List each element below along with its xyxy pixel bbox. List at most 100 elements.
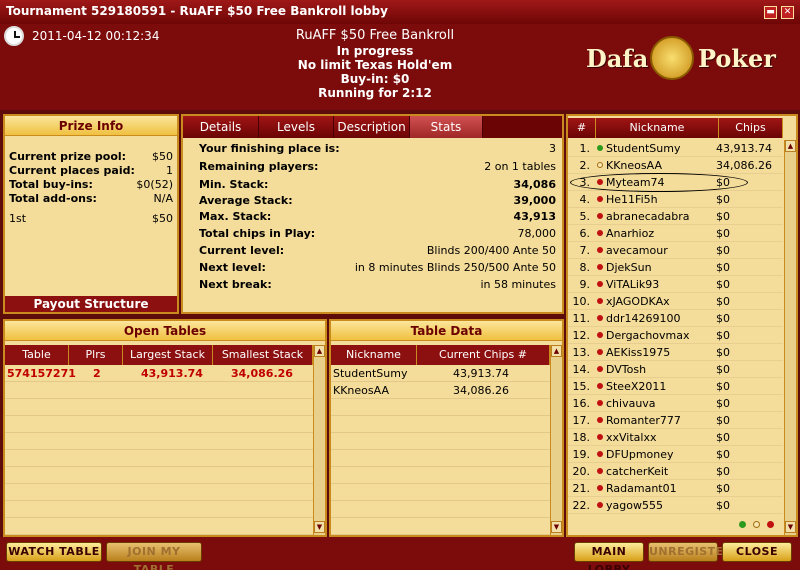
scroll-down-icon[interactable]: ▼ bbox=[551, 521, 562, 533]
player-chips: $0 bbox=[716, 465, 730, 478]
col-header-smallest-stack[interactable]: Smallest Stack bbox=[213, 345, 313, 365]
player-row[interactable]: 13. AEKiss1975 $0 bbox=[568, 344, 783, 361]
scroll-up-icon[interactable]: ▲ bbox=[785, 140, 796, 152]
player-status-icon bbox=[597, 230, 603, 236]
scroll-down-icon[interactable]: ▼ bbox=[785, 521, 796, 533]
player-row[interactable]: 12. Dergachovmax $0 bbox=[568, 327, 783, 344]
player-rank: 18. bbox=[572, 431, 591, 444]
player-rank: 2. bbox=[579, 159, 591, 172]
logo-coin-icon bbox=[650, 36, 694, 80]
col-header-rank[interactable]: # bbox=[568, 118, 596, 138]
stat-row: Average Stack: 39,000 bbox=[199, 194, 556, 207]
player-nickname: DjekSun bbox=[606, 261, 652, 274]
player-status-icon bbox=[597, 162, 603, 168]
player-row[interactable]: 1. StudentSumy 43,913.74 bbox=[568, 140, 783, 157]
col-header-largest-stack[interactable]: Largest Stack bbox=[123, 345, 213, 365]
col-header-current-chips[interactable]: Current Chips # bbox=[417, 345, 550, 365]
player-chips: 43,913.74 bbox=[716, 142, 772, 155]
player-nickname: DVTosh bbox=[606, 363, 647, 376]
tab-levels[interactable]: Levels bbox=[259, 116, 334, 138]
status-open-icon bbox=[753, 521, 760, 528]
player-row[interactable]: 14. DVTosh $0 bbox=[568, 361, 783, 378]
clock-icon bbox=[4, 26, 24, 46]
players-scrollbar[interactable]: ▲ ▼ bbox=[784, 140, 796, 535]
player-row[interactable]: 9. ViTALik93 $0 bbox=[568, 276, 783, 293]
table-smallest: 34,086.26 bbox=[231, 367, 293, 380]
table-row[interactable]: 574157271 2 43,913.74 34,086.26 bbox=[5, 367, 313, 384]
player-status-icon bbox=[597, 332, 603, 338]
player-row[interactable]: 7. avecamour $0 bbox=[568, 242, 783, 259]
close-button[interactable]: CLOSE bbox=[722, 542, 792, 562]
col-header-player-nickname[interactable]: Nickname bbox=[596, 118, 719, 138]
minimize-icon[interactable]: ▬ bbox=[764, 6, 777, 19]
player-rank: 22. bbox=[572, 499, 591, 512]
player-status-icon bbox=[597, 485, 603, 491]
player-chips: $0 bbox=[716, 499, 730, 512]
join-my-table-button[interactable]: JOIN MY TABLE bbox=[106, 542, 202, 570]
status-red-icon bbox=[767, 521, 774, 528]
payout-structure-button[interactable]: Payout Structure bbox=[5, 296, 177, 312]
player-row[interactable]: 20. catcherKeit $0 bbox=[568, 463, 783, 480]
stat-row: Min. Stack: 34,086 bbox=[199, 178, 556, 191]
players-list: 1. StudentSumy 43,913.74 2. KKneosAA 34,086.2… bbox=[568, 140, 783, 516]
player-row[interactable]: 11. ddr14269100 $0 bbox=[568, 310, 783, 327]
table-data-scrollbar[interactable]: ▲ ▼ bbox=[550, 345, 562, 535]
player-status-icon bbox=[597, 349, 603, 355]
players-panel: # Nickname Chips 1. StudentSumy 43,913.74 2… bbox=[566, 114, 798, 537]
main-lobby-button[interactable]: MAIN LOBBY bbox=[574, 542, 644, 570]
col-header-nickname[interactable]: Nickname bbox=[331, 345, 417, 365]
player-row[interactable]: 2. KKneosAA 34,086.26 bbox=[568, 157, 783, 174]
player-row[interactable]: 17. Romanter777 $0 bbox=[568, 412, 783, 429]
player-row[interactable]: 6. Anarhioz $0 bbox=[568, 225, 783, 242]
player-status-icon bbox=[597, 281, 603, 287]
player-row[interactable]: 15. SteeX2011 $0 bbox=[568, 378, 783, 395]
watch-table-button[interactable]: WATCH TABLE bbox=[6, 542, 102, 562]
player-nickname: abranecadabra bbox=[606, 210, 690, 223]
player-nickname: yagow555 bbox=[606, 499, 663, 512]
player-nickname: chivauva bbox=[606, 397, 656, 410]
player-row[interactable]: 10. xJAGODKAx $0 bbox=[568, 293, 783, 310]
player-row[interactable]: 5. abranecadabra $0 bbox=[568, 208, 783, 225]
scroll-up-icon[interactable]: ▲ bbox=[551, 345, 562, 357]
player-row[interactable]: 16. chivauva $0 bbox=[568, 395, 783, 412]
status-green-icon bbox=[739, 521, 746, 528]
player-rank: 12. bbox=[572, 329, 591, 342]
player-status-icon bbox=[597, 502, 603, 508]
tab-details[interactable]: Details bbox=[183, 116, 259, 138]
player-rank: 21. bbox=[572, 482, 591, 495]
window-titlebar[interactable]: Tournament 529180591 - RuAFF $50 Free Ba… bbox=[0, 0, 800, 24]
scroll-down-icon[interactable]: ▼ bbox=[314, 521, 325, 533]
player-rank: 10. bbox=[572, 295, 591, 308]
player-status-icon bbox=[597, 264, 603, 270]
prize-row: Total add-ons: N/A bbox=[9, 192, 173, 205]
player-status-icon bbox=[597, 247, 603, 253]
scroll-up-icon[interactable]: ▲ bbox=[314, 345, 325, 357]
prize-row: Current places paid: 1 bbox=[9, 164, 173, 177]
close-window-icon[interactable]: ✕ bbox=[781, 6, 794, 19]
player-row[interactable]: 19. DFUpmoney $0 bbox=[568, 446, 783, 463]
open-tables-scrollbar[interactable]: ▲ ▼ bbox=[313, 345, 325, 535]
col-header-chips[interactable]: Chips bbox=[719, 118, 783, 138]
player-status-icon bbox=[597, 468, 603, 474]
player-nickname: Radamant01 bbox=[606, 482, 677, 495]
col-header-table[interactable]: Table bbox=[5, 345, 69, 365]
player-row[interactable]: 22. yagow555 $0 bbox=[568, 497, 783, 514]
logo-text-right: Poker bbox=[698, 44, 776, 73]
player-row[interactable]: 18. xxVitalxx $0 bbox=[568, 429, 783, 446]
player-row[interactable]: 4. He11Fi5h $0 bbox=[568, 191, 783, 208]
player-status-icon bbox=[597, 451, 603, 457]
unregister-button[interactable]: UNREGISTER bbox=[648, 542, 732, 562]
player-status-icon bbox=[597, 434, 603, 440]
tab-description[interactable]: Description bbox=[334, 116, 410, 138]
player-rank: 6. bbox=[579, 227, 591, 240]
player-chips: $0 bbox=[716, 295, 730, 308]
player-nickname: DFUpmoney bbox=[606, 448, 674, 461]
stat-row: Current level: Blinds 200/400 Ante 50 bbox=[199, 244, 556, 257]
player-nickname: ViTALik93 bbox=[606, 278, 660, 291]
col-header-plrs[interactable]: Plrs bbox=[69, 345, 123, 365]
player-row[interactable]: 21. Radamant01 $0 bbox=[568, 480, 783, 497]
player-row[interactable]: 8. DjekSun $0 bbox=[568, 259, 783, 276]
tab-stats[interactable]: Stats bbox=[410, 116, 483, 138]
player-rank: 5. bbox=[579, 210, 591, 223]
open-tables-title: Open Tables bbox=[5, 321, 325, 341]
